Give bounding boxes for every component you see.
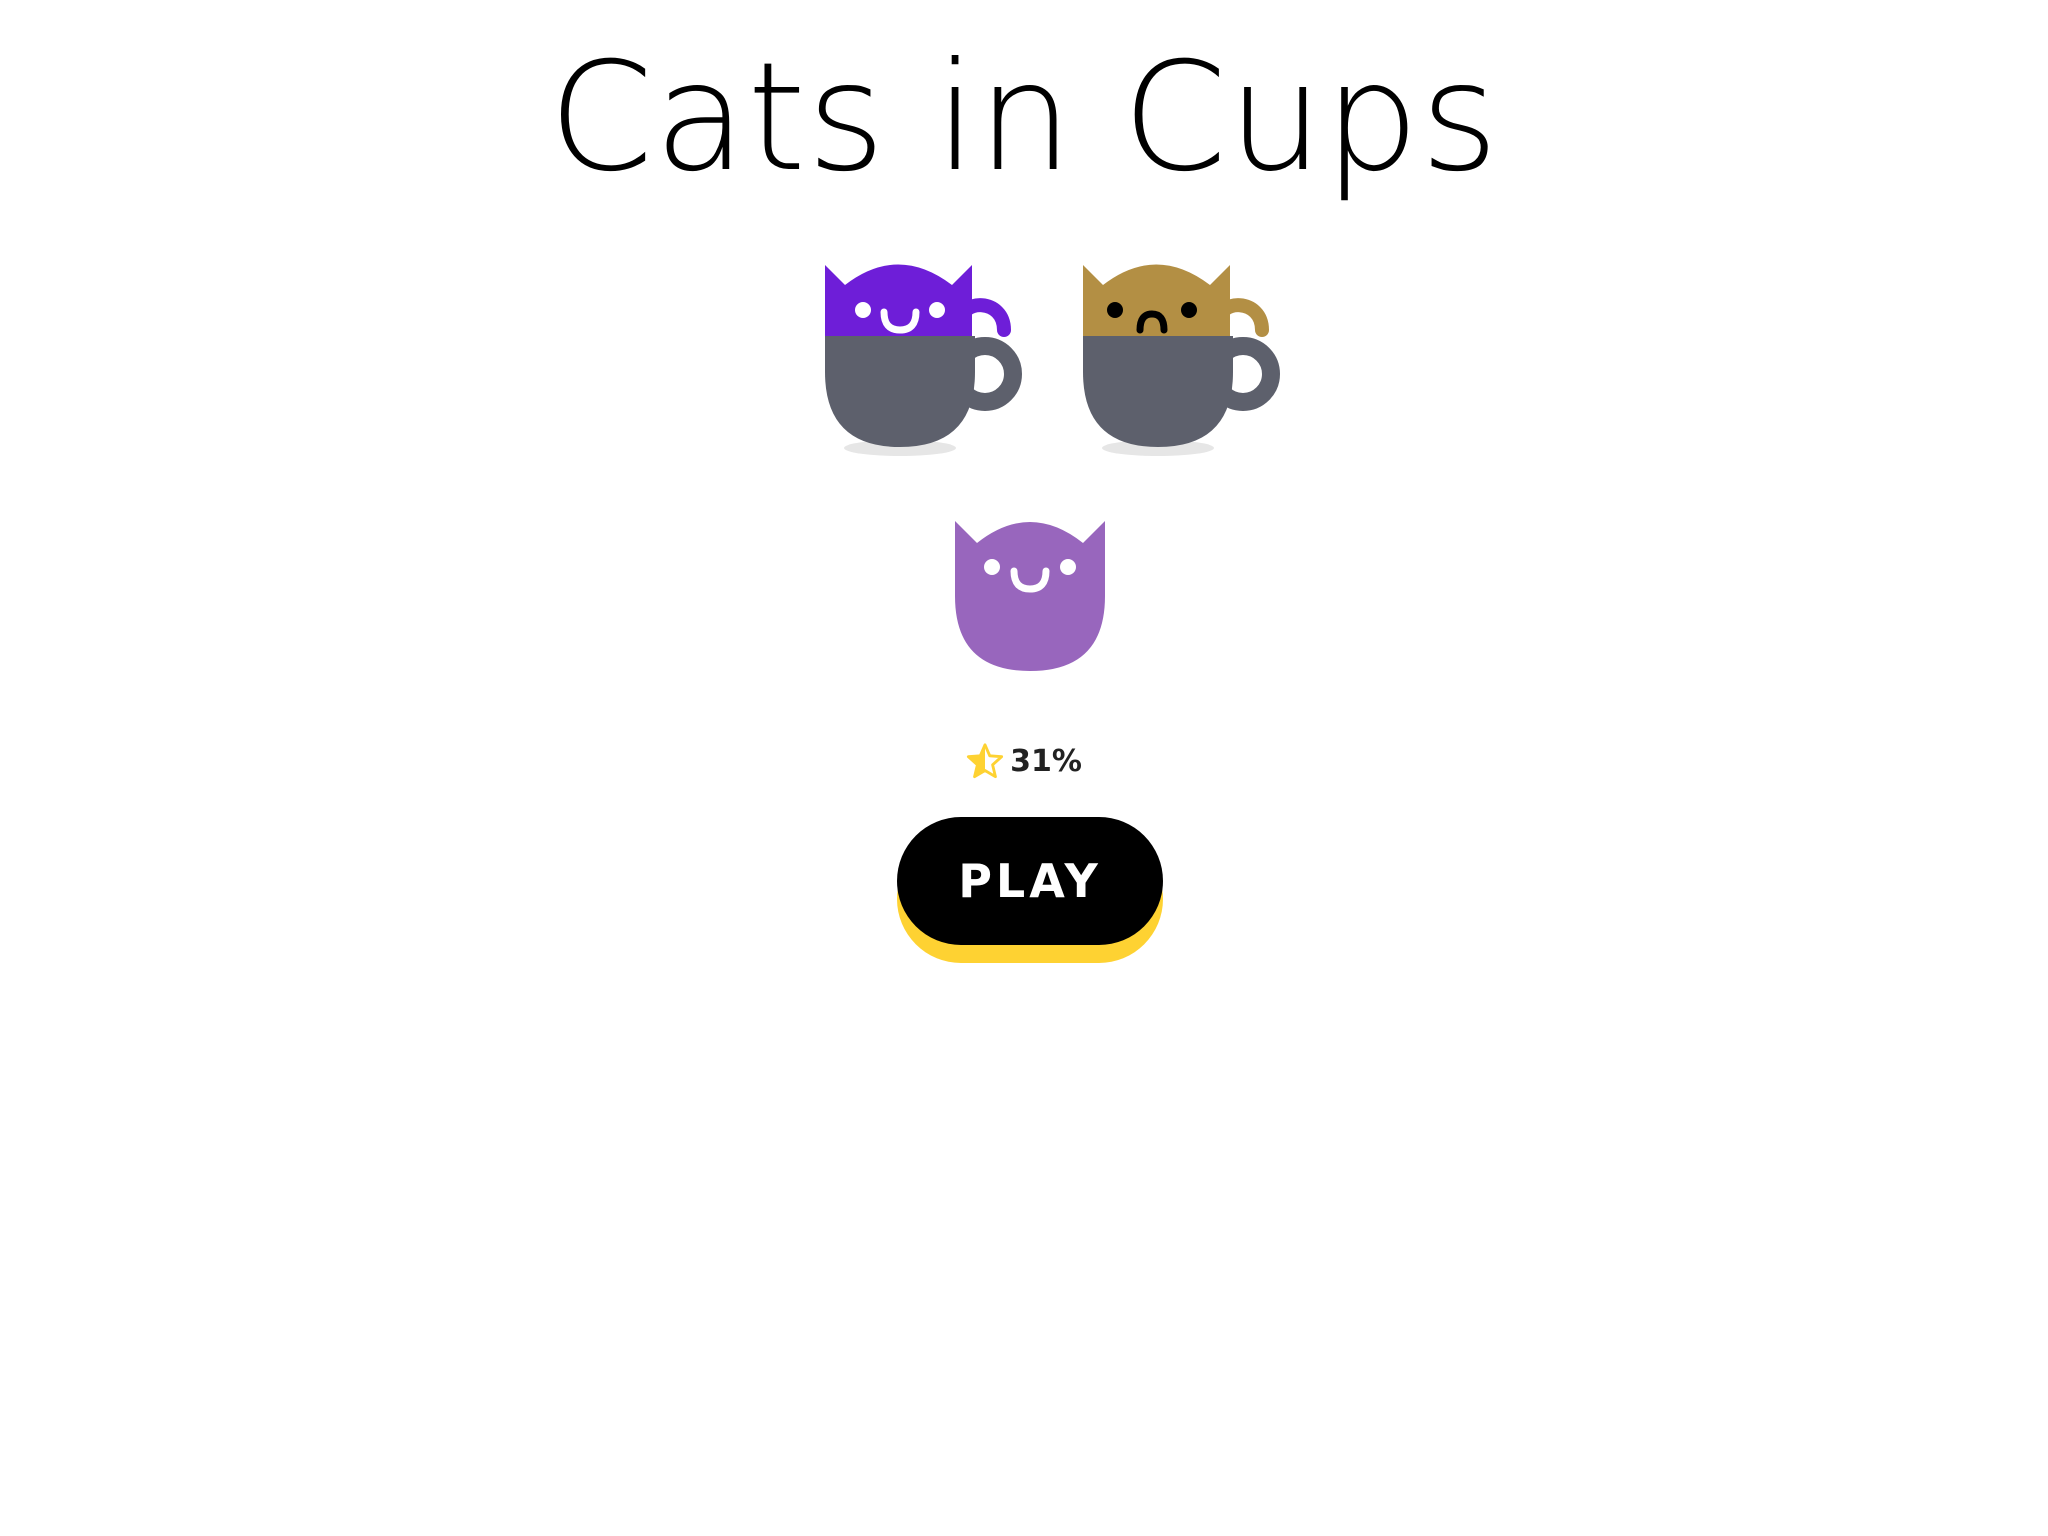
play-button-wrap: PLAY bbox=[897, 817, 1163, 963]
game-title: Cats in Cups bbox=[548, 31, 1500, 205]
lavender-cat bbox=[955, 521, 1105, 673]
game-menu-screen: Cats in Cups 31% PLAY bbox=[0, 0, 2048, 1536]
cat-head bbox=[1083, 264, 1230, 342]
progress-indicator: 31% bbox=[0, 742, 2048, 780]
cup bbox=[825, 336, 975, 447]
cat-eye bbox=[1107, 302, 1123, 318]
progress-label: 31% bbox=[1010, 743, 1082, 779]
play-button[interactable]: PLAY bbox=[897, 817, 1163, 945]
purple-cat-in-cup bbox=[820, 262, 1040, 462]
cat-eye bbox=[929, 302, 945, 318]
cat-head bbox=[955, 521, 1105, 671]
half-star-icon bbox=[967, 743, 1004, 779]
cat-eye bbox=[1060, 559, 1076, 575]
cat-eye bbox=[855, 302, 871, 318]
cat-eye bbox=[984, 559, 1000, 575]
cup bbox=[1083, 336, 1233, 447]
cat-eye bbox=[1181, 302, 1197, 318]
tan-cat-in-cup bbox=[1078, 262, 1298, 462]
